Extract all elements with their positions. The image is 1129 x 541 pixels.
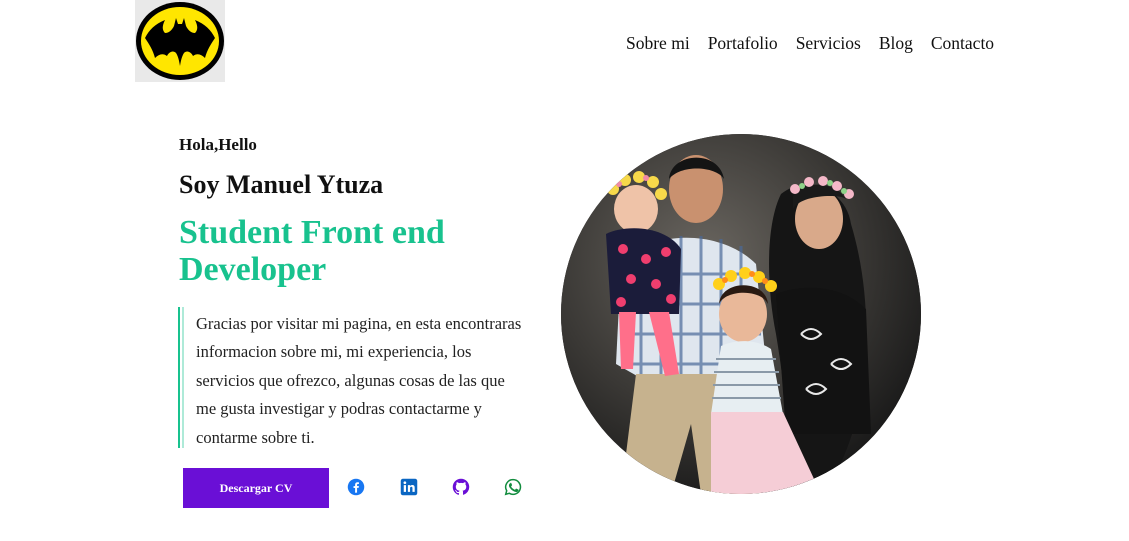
download-cv-button[interactable]: Descargar CV bbox=[183, 468, 329, 508]
family-photo bbox=[561, 134, 921, 494]
nav-servicios[interactable]: Servicios bbox=[796, 33, 861, 54]
batman-logo[interactable] bbox=[135, 0, 225, 82]
nav-blog[interactable]: Blog bbox=[879, 33, 913, 54]
github-icon[interactable] bbox=[452, 478, 470, 496]
nav-portafolio[interactable]: Portafolio bbox=[708, 33, 778, 54]
whatsapp-icon[interactable] bbox=[504, 478, 522, 496]
linkedin-icon[interactable] bbox=[400, 478, 418, 496]
nav-sobre-mi[interactable]: Sobre mi bbox=[626, 33, 690, 54]
page: Sobre mi Portafolio Servicios Blog Conta… bbox=[0, 0, 1129, 541]
bio-block: Gracias por visitar mi pagina, en esta e… bbox=[178, 307, 525, 448]
facebook-icon[interactable] bbox=[347, 478, 365, 496]
family-photo-illustration bbox=[561, 134, 921, 494]
hero-role: Student Front end Developer bbox=[179, 214, 445, 288]
bat-symbol-icon bbox=[136, 2, 224, 80]
main-nav: Sobre mi Portafolio Servicios Blog Conta… bbox=[626, 33, 994, 54]
bio-text: Gracias por visitar mi pagina, en esta e… bbox=[196, 314, 522, 447]
hero-name: Soy Manuel Ytuza bbox=[179, 170, 384, 199]
greeting: Hola,Hello bbox=[179, 135, 257, 154]
nav-contacto[interactable]: Contacto bbox=[931, 33, 994, 54]
